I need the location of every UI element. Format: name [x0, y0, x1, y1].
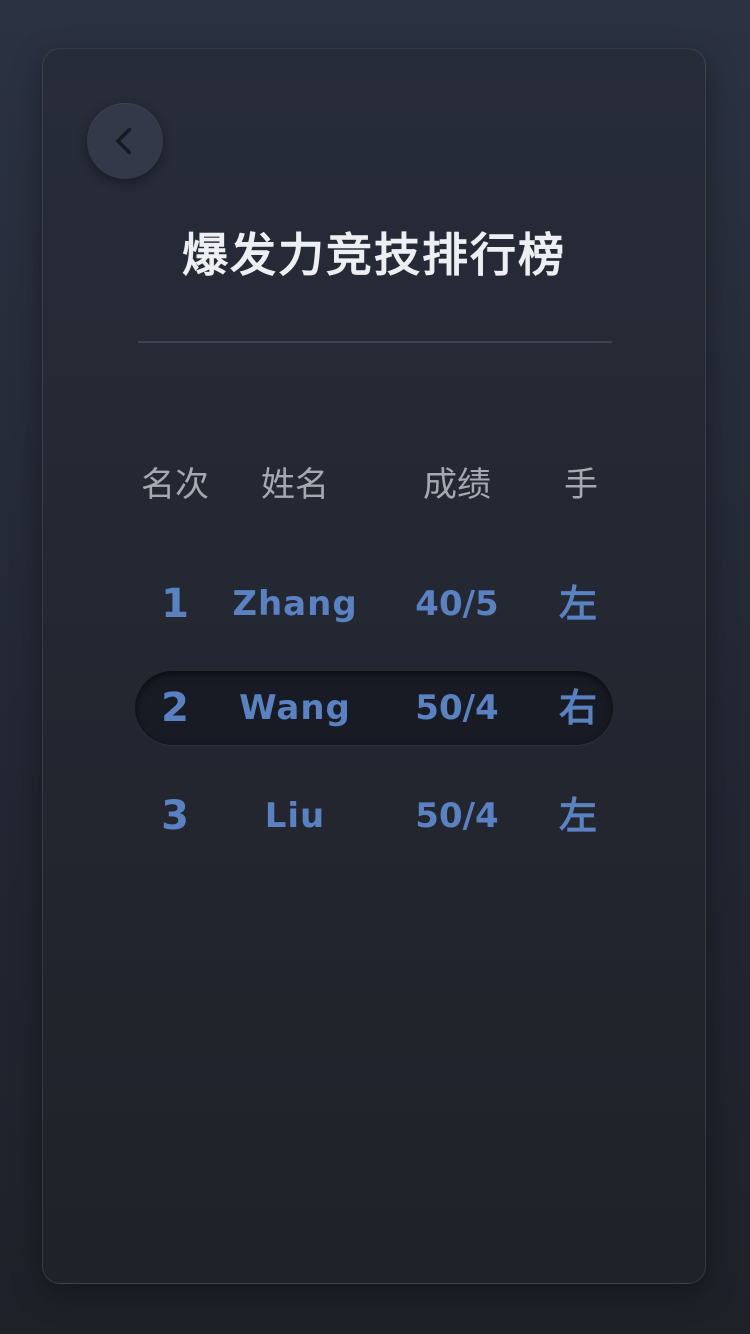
score-cell: 50/4 [415, 688, 499, 728]
name-cell: Wang [239, 688, 351, 728]
column-header-score: 成绩 [423, 465, 491, 505]
page-title: 爆发力竞技排行榜 [182, 228, 566, 282]
hand-cell: 右 [558, 686, 598, 730]
name-cell: Liu [264, 796, 326, 836]
back-button[interactable] [87, 103, 163, 179]
column-header-hand: 手 [564, 465, 598, 505]
hand-cell: 左 [558, 582, 598, 626]
rank-cell: 1 [161, 581, 189, 627]
table-row[interactable]: 3 Liu 50/4 左 [135, 779, 615, 853]
hand-cell: 左 [558, 794, 598, 838]
rank-cell: 2 [161, 685, 189, 731]
column-header-name: 姓名 [261, 465, 329, 505]
score-cell: 40/5 [415, 584, 499, 624]
chevron-left-icon [116, 127, 132, 155]
rank-cell: 3 [161, 793, 189, 839]
name-cell: Zhang [232, 584, 358, 624]
table-row[interactable]: 1 Zhang 40/5 左 [135, 567, 615, 641]
table-header: 名次 姓名 成绩 手 [135, 457, 615, 513]
divider [138, 341, 612, 343]
leaderboard-table: 名次 姓名 成绩 手 1 Zhang 40/5 左 2 Wang 50/4 右 … [135, 457, 615, 853]
score-cell: 50/4 [415, 796, 499, 836]
leaderboard-card: 爆发力竞技排行榜 名次 姓名 成绩 手 1 Zhang 40/5 左 2 Wan… [42, 48, 706, 1284]
table-row-selected[interactable]: 2 Wang 50/4 右 [135, 671, 615, 745]
row-highlight [135, 671, 613, 745]
column-header-rank: 名次 [141, 465, 209, 505]
